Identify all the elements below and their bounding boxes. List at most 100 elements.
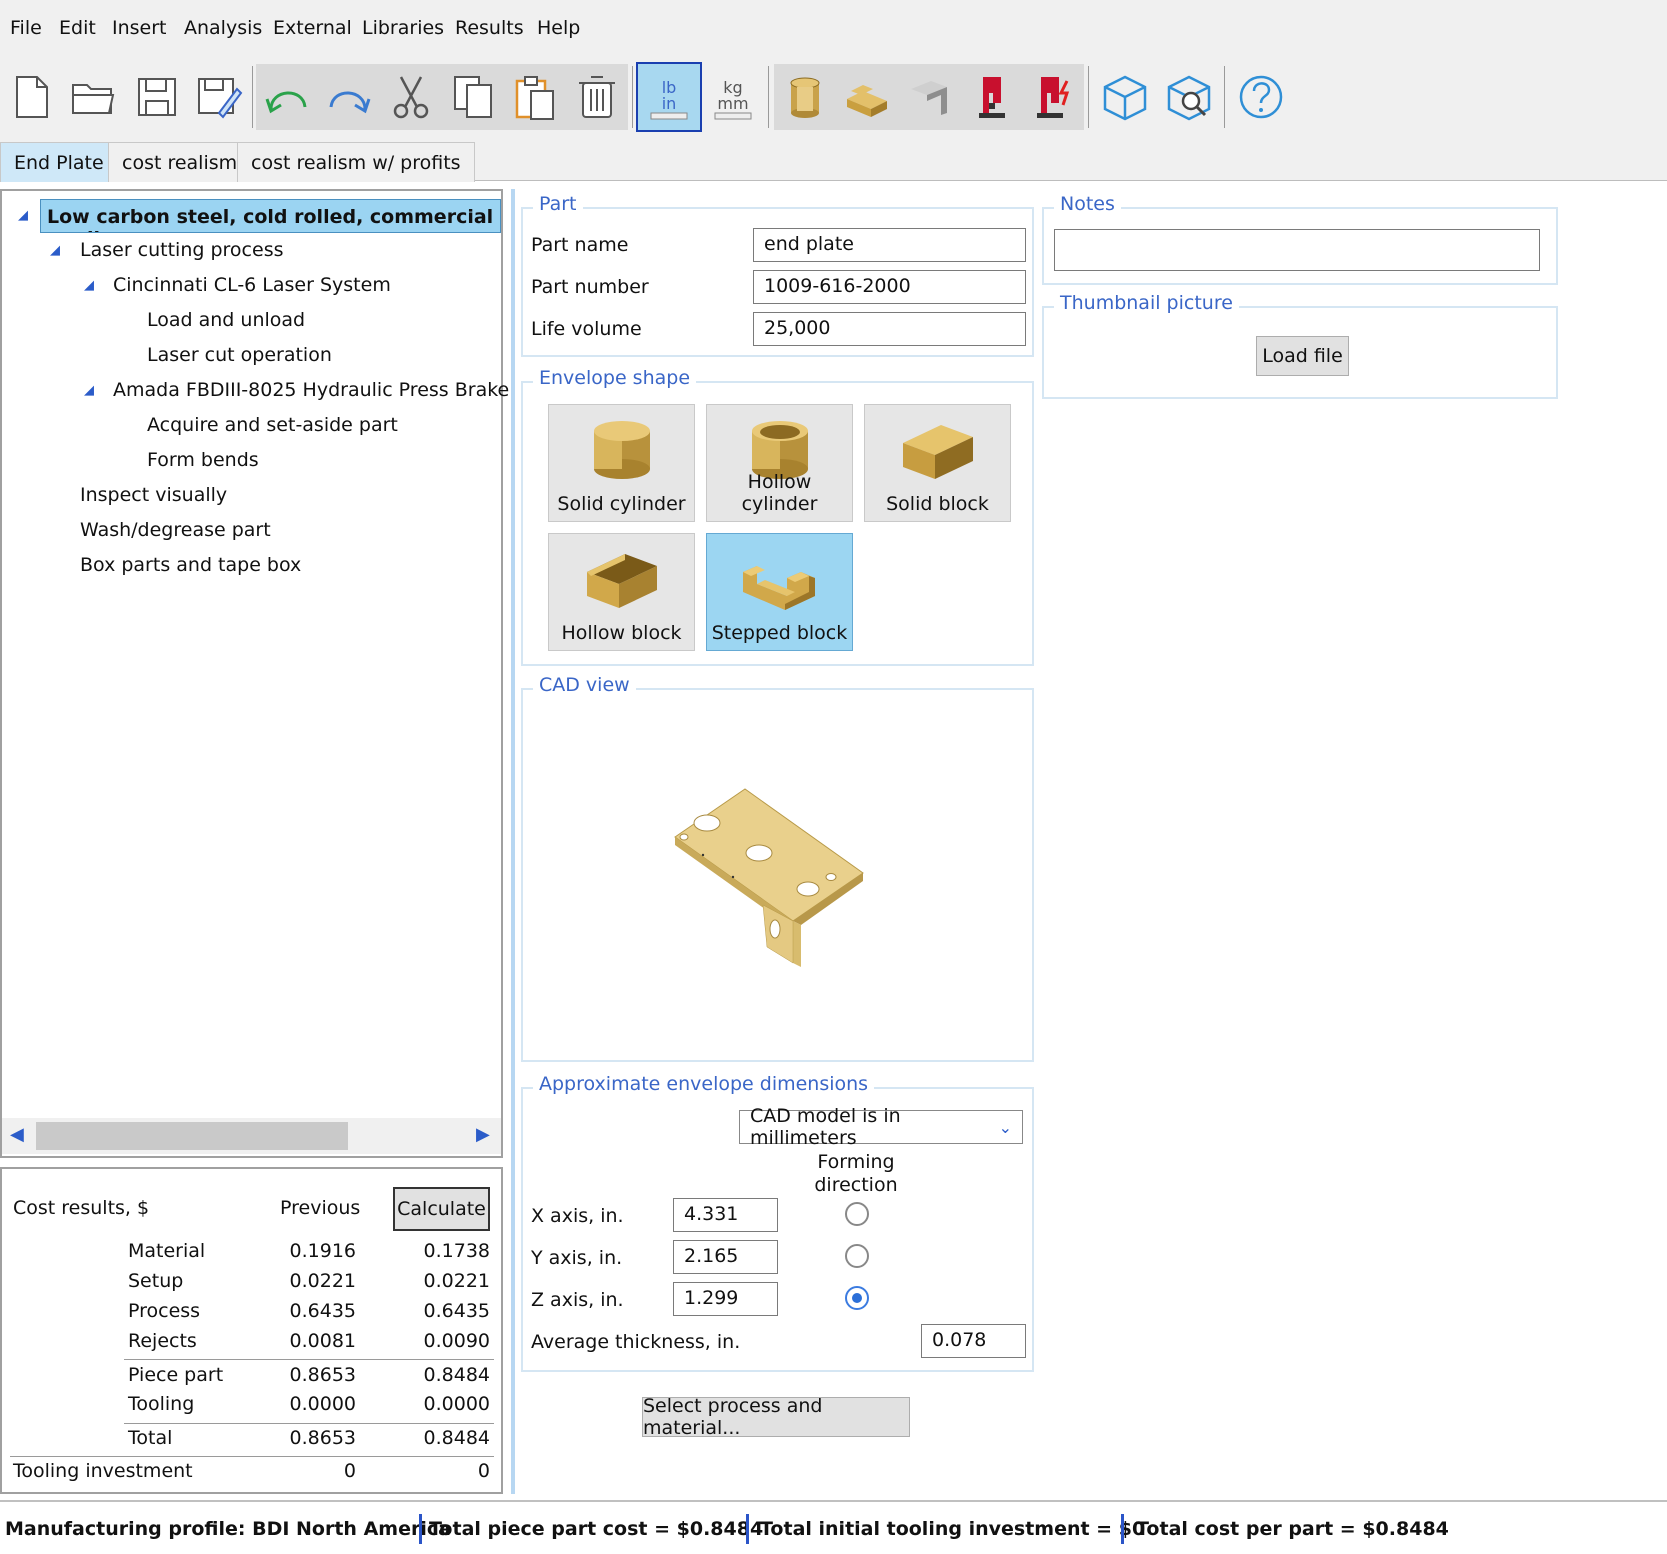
status-profile: Manufacturing profile: BDI North America — [5, 1518, 451, 1540]
shape-cylinder-icon[interactable] — [774, 64, 836, 130]
tree-item[interactable]: Cincinnati CL-6 Laser System — [113, 274, 391, 296]
cost-current-value: 0.0221 — [423, 1270, 490, 1292]
tree-item[interactable]: Inspect visually — [80, 484, 227, 506]
tree-root-material[interactable]: Low carbon steel, cold rolled, commercia… — [40, 199, 501, 233]
cost-previous-value: 0.0221 — [289, 1270, 356, 1292]
z-axis-input[interactable]: 1.299 — [673, 1282, 778, 1316]
forming-direction-label: direction — [814, 1174, 898, 1196]
thickness-input[interactable]: 0.078 — [921, 1324, 1026, 1358]
tab-cost-realism[interactable]: cost realism — [108, 142, 252, 182]
forming-x-radio[interactable] — [845, 1202, 869, 1226]
cost-row-label: Process — [128, 1300, 201, 1322]
thickness-label: Average thickness, in. — [531, 1331, 741, 1353]
life-volume-label: Life volume — [531, 318, 642, 340]
menu-analysis[interactable]: Analysis — [184, 17, 262, 39]
divider — [124, 1423, 494, 1424]
tree-horizontal-scrollbar[interactable]: ◀ ▶ — [2, 1118, 501, 1154]
tab-cost-realism-profits[interactable]: cost realism w/ profits — [237, 142, 475, 182]
cad-model-viewer[interactable] — [663, 785, 873, 975]
shape-label: Hollow block — [561, 622, 682, 644]
save-icon[interactable] — [126, 64, 188, 130]
units-lb-in-icon[interactable]: lb in — [636, 62, 702, 132]
stepped-block-button[interactable]: Stepped block — [706, 533, 853, 651]
solid-cylinder-button[interactable]: Solid cylinder — [548, 404, 695, 522]
press-icon[interactable] — [960, 64, 1022, 130]
shape-label: Solid cylinder — [557, 493, 686, 515]
scroll-left-icon[interactable]: ◀ — [10, 1124, 24, 1145]
forming-y-radio[interactable] — [845, 1244, 869, 1268]
collapse-arrow-icon[interactable]: ◢ — [84, 383, 94, 398]
shape-block-icon[interactable] — [836, 64, 898, 130]
cost-current-value: 0.0000 — [423, 1393, 490, 1415]
open-folder-icon[interactable] — [62, 64, 124, 130]
tree-item[interactable]: Amada FBDIII-8025 Hydraulic Press Brake — [113, 379, 509, 401]
cut-icon[interactable] — [380, 64, 442, 130]
press-power-icon[interactable] — [1022, 64, 1084, 130]
help-icon[interactable] — [1230, 64, 1292, 130]
scroll-right-icon[interactable]: ▶ — [476, 1124, 490, 1145]
status-separator — [1121, 1514, 1124, 1544]
hollow-block-button[interactable]: Hollow block — [548, 533, 695, 651]
y-axis-label: Y axis, in. — [531, 1247, 623, 1269]
new-file-icon[interactable] — [0, 64, 62, 130]
cad-units-select[interactable]: CAD model is in millimeters ⌄ — [739, 1105, 1023, 1149]
collapse-arrow-icon[interactable]: ◢ — [50, 243, 60, 258]
menu-help[interactable]: Help — [537, 17, 580, 39]
x-axis-input[interactable]: 4.331 — [673, 1198, 778, 1232]
calculate-button[interactable]: Calculate — [393, 1187, 490, 1231]
copy-icon[interactable] — [442, 64, 504, 130]
load-file-button[interactable]: Load file — [1256, 336, 1349, 376]
menu-edit[interactable]: Edit — [59, 17, 96, 39]
hollow-cylinder-button[interactable]: Hollow cylinder — [706, 404, 853, 522]
menu-external[interactable]: External — [273, 17, 352, 39]
panel-splitter[interactable] — [511, 189, 515, 1494]
cad-model-icon[interactable] — [1094, 64, 1156, 130]
status-separator — [746, 1514, 749, 1544]
sheet-metal-icon[interactable] — [898, 64, 960, 130]
tree-item[interactable]: Acquire and set-aside part — [147, 414, 398, 436]
menu-libraries[interactable]: Libraries — [362, 17, 444, 39]
notes-input[interactable] — [1054, 229, 1540, 271]
tree-item[interactable]: Form bends — [147, 449, 259, 471]
cad-view-group: CAD view — [521, 674, 1034, 1062]
status-separator — [419, 1514, 422, 1544]
save-as-icon[interactable] — [188, 64, 250, 130]
shape-label: Solid block — [886, 493, 989, 515]
tree-item[interactable]: Box parts and tape box — [80, 554, 301, 576]
cost-current-value: 0 — [477, 1460, 490, 1482]
part-number-input[interactable]: 1009-616-2000 — [753, 270, 1026, 304]
forming-z-radio[interactable] — [845, 1286, 869, 1310]
solid-block-button[interactable]: Solid block — [864, 404, 1011, 522]
cad-inspect-icon[interactable] — [1158, 64, 1220, 130]
tree-item[interactable]: Laser cut operation — [147, 344, 332, 366]
tree-item[interactable]: Wash/degrease part — [80, 519, 271, 541]
cost-current-value: 0.0090 — [423, 1330, 490, 1352]
cost-results-title: Cost results, $ — [13, 1197, 150, 1219]
y-axis-input[interactable]: 2.165 — [673, 1240, 778, 1274]
menu-insert[interactable]: Insert — [112, 17, 167, 39]
cost-previous-value: 0.8653 — [289, 1427, 356, 1449]
menu-file[interactable]: File — [10, 17, 42, 39]
units-kg-mm-icon[interactable]: kg mm — [702, 64, 764, 130]
redo-icon[interactable] — [318, 64, 380, 130]
cost-previous-value: 0.6435 — [289, 1300, 356, 1322]
collapse-arrow-icon[interactable]: ◢ — [18, 208, 28, 223]
select-process-material-button[interactable]: Select process and material... — [642, 1395, 910, 1439]
menu-results[interactable]: Results — [455, 17, 524, 39]
scrollbar-thumb[interactable] — [36, 1122, 348, 1150]
tree-item[interactable]: Load and unload — [147, 309, 305, 331]
previous-column-header: Previous — [280, 1197, 361, 1219]
tree-item[interactable]: Laser cutting process — [80, 239, 284, 261]
part-name-input[interactable]: end plate — [753, 228, 1026, 262]
delete-icon[interactable] — [566, 64, 628, 130]
paste-icon[interactable] — [504, 64, 566, 130]
status-per-part: Total cost per part = $0.8484 — [1136, 1518, 1449, 1540]
cost-previous-value: 0 — [343, 1460, 356, 1482]
thumbnail-group-title: Thumbnail picture — [1054, 292, 1239, 314]
undo-icon[interactable] — [256, 64, 318, 130]
cost-previous-value: 0.0081 — [289, 1330, 356, 1352]
tab-end-plate[interactable]: End Plate — [0, 142, 118, 182]
life-volume-input[interactable]: 25,000 — [753, 312, 1026, 346]
cad-view-title: CAD view — [533, 674, 636, 696]
collapse-arrow-icon[interactable]: ◢ — [84, 278, 94, 293]
